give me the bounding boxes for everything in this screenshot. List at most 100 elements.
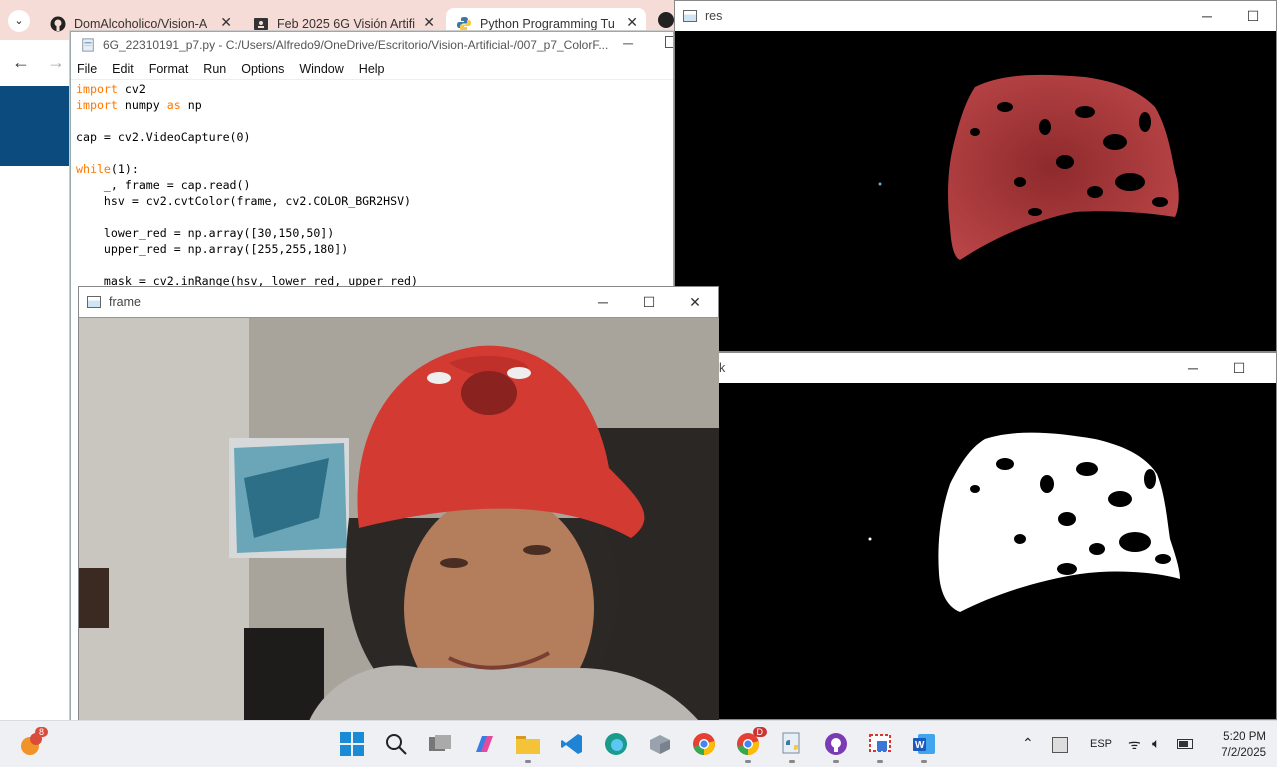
- close-icon[interactable]: ✕: [626, 14, 638, 31]
- svg-text:W: W: [915, 740, 925, 751]
- minimize-icon[interactable]: ─: [1184, 1, 1230, 31]
- menu-options[interactable]: Options: [241, 62, 284, 76]
- weather-widget[interactable]: 8: [16, 727, 48, 759]
- tab-title: Python Programming Tu: [480, 17, 615, 31]
- language-indicator[interactable]: ESP: [1090, 738, 1112, 750]
- tab-title: Feb 2025 6G Visión Artifi: [277, 17, 416, 31]
- mask-image: [868, 432, 1180, 612]
- task-view-button[interactable]: [425, 729, 455, 759]
- tab-search-button[interactable]: ⌄: [8, 10, 30, 32]
- minimize-icon[interactable]: ─: [580, 287, 626, 317]
- clock-date: 7/2/2025: [1221, 747, 1266, 759]
- browser-nav-bar: ← →: [0, 40, 75, 86]
- search-icon: [386, 734, 407, 755]
- wifi-icon[interactable]: ᯤ: [1128, 735, 1141, 754]
- res-image: [878, 74, 1179, 260]
- chevron-up-icon[interactable]: ⌃: [1022, 735, 1034, 752]
- code-text: _, frame = cap.read(): [76, 178, 251, 192]
- menu-run[interactable]: Run: [203, 62, 226, 76]
- code-line: import cv2: [76, 81, 673, 97]
- close-icon[interactable]: ✕: [672, 287, 718, 317]
- maximize-icon[interactable]: ☐: [1230, 1, 1276, 31]
- clock[interactable]: 5:20 PM 7/2/2025: [1206, 729, 1266, 761]
- search-button[interactable]: [381, 729, 411, 759]
- python-file-icon: [782, 732, 800, 754]
- chrome-profile-button[interactable]: D: [733, 727, 767, 763]
- running-indicator: [789, 760, 795, 763]
- maximize-icon[interactable]: [665, 36, 673, 48]
- volume-icon[interactable]: 🔈︎: [1152, 735, 1160, 752]
- frame-window-controls: ─ ☐ ✕: [580, 287, 718, 317]
- app-icon: [87, 296, 101, 308]
- code-text: (1):: [110, 162, 139, 176]
- mask-window-title: k: [719, 361, 726, 375]
- app-3d-button[interactable]: [645, 729, 675, 759]
- task-view-icon: [429, 735, 451, 751]
- idle-title-bar[interactable]: 6G_22310191_p7.py - C:/Users/Alfredo9/On…: [71, 32, 673, 58]
- chrome-badge: D: [752, 727, 767, 737]
- code-text: numpy: [117, 98, 167, 112]
- maximize-icon[interactable]: ☐: [1216, 353, 1262, 383]
- snipping-tool-button[interactable]: [865, 729, 895, 763]
- clock-time: 5:20 PM: [1223, 731, 1266, 743]
- edge-button[interactable]: [601, 729, 631, 759]
- code-line: lower_red = np.array([30,150,50]): [76, 225, 673, 241]
- code-line: _, frame = cap.read(): [76, 177, 673, 193]
- python-launcher-button[interactable]: [777, 729, 807, 763]
- folder-icon: [516, 736, 540, 754]
- code-keyword: as: [166, 98, 181, 112]
- running-indicator: [525, 760, 531, 763]
- forward-arrow-icon[interactable]: →: [47, 52, 65, 73]
- code-text: np: [180, 98, 202, 112]
- code-keyword: import: [76, 98, 118, 112]
- minimize-icon[interactable]: ─: [623, 35, 633, 51]
- mask-window: k ─ ☐: [674, 352, 1277, 720]
- res-window-title: res: [705, 9, 723, 23]
- res-window-controls: ─ ☐: [1184, 1, 1276, 31]
- edge-icon: [605, 733, 627, 755]
- menu-file[interactable]: File: [77, 62, 97, 76]
- classroom-icon: [254, 18, 268, 30]
- battery-icon[interactable]: [1177, 739, 1193, 749]
- back-arrow-icon[interactable]: ←: [12, 52, 30, 73]
- openai-icon[interactable]: [658, 12, 674, 28]
- snipping-icon: [869, 734, 891, 752]
- webcam-image: [79, 318, 719, 721]
- idle-menu-bar: File Edit Format Run Options Window Help: [71, 58, 673, 80]
- minimize-icon[interactable]: ─: [1170, 353, 1216, 383]
- menu-edit[interactable]: Edit: [112, 62, 134, 76]
- code-keyword: while: [76, 162, 111, 176]
- vscode-button[interactable]: [557, 729, 587, 759]
- github-icon: [50, 16, 66, 32]
- cube-icon: [650, 735, 670, 754]
- tray-app-icon[interactable]: [1052, 737, 1068, 753]
- close-icon[interactable]: ✕: [423, 14, 435, 31]
- code-line: upper_red = np.array([255,255,180]): [76, 241, 673, 257]
- running-indicator: [833, 760, 839, 763]
- github-desktop-button[interactable]: [821, 729, 851, 763]
- maximize-icon[interactable]: ☐: [626, 287, 672, 317]
- close-icon[interactable]: ✕: [220, 14, 232, 31]
- word-button[interactable]: W: [909, 729, 939, 763]
- code-editor[interactable]: import cv2 import numpy as np cap = cv2.Vi…: [71, 80, 673, 289]
- start-button[interactable]: [337, 729, 367, 759]
- code-text: hsv = cv2.cvtColor(frame, cv2.COLOR_BGR2…: [76, 194, 412, 208]
- code-text: cap = cv2.VideoCapture(0): [76, 130, 251, 144]
- file-explorer-button[interactable]: [513, 729, 543, 763]
- menu-help[interactable]: Help: [359, 62, 385, 76]
- code-line: while(1):: [76, 161, 673, 177]
- menu-format[interactable]: Format: [149, 62, 189, 76]
- menu-window[interactable]: Window: [299, 62, 343, 76]
- python-file-icon: [82, 38, 94, 52]
- chrome-button[interactable]: [689, 729, 719, 759]
- copilot-button[interactable]: [469, 729, 499, 759]
- running-indicator: [877, 760, 883, 763]
- running-indicator: [745, 760, 751, 763]
- github-desktop-icon: [825, 733, 847, 755]
- vscode-icon: [561, 734, 582, 754]
- weather-badge: 8: [34, 727, 48, 737]
- code-line: import numpy as np: [76, 97, 673, 113]
- code-line: cap = cv2.VideoCapture(0): [76, 129, 673, 145]
